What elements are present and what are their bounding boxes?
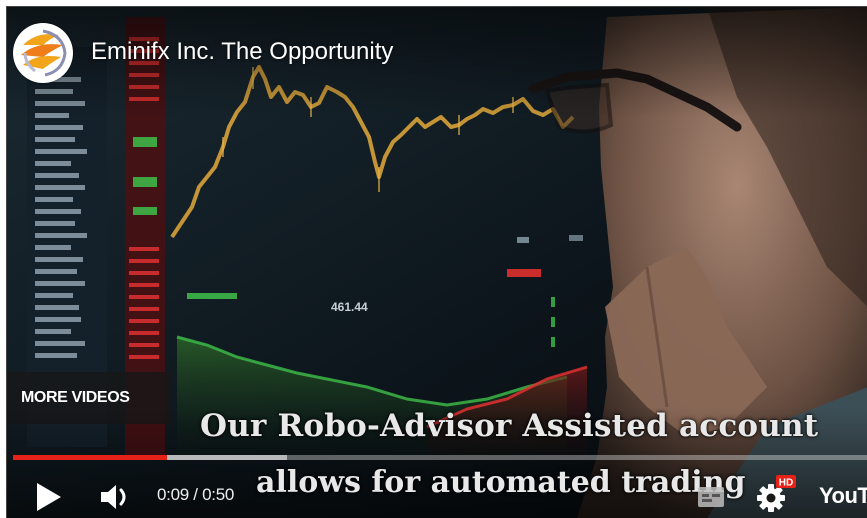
- time-display: 0:09 / 0:50: [157, 485, 235, 504]
- caption-line-2: allows for automated trading: [256, 465, 746, 500]
- play-button[interactable]: [29, 477, 69, 517]
- progress-played: [13, 455, 167, 460]
- play-icon: [37, 483, 61, 511]
- chart-overlay-value: 461.44: [331, 300, 368, 314]
- progress-bar[interactable]: [13, 455, 867, 460]
- volume-button[interactable]: [97, 477, 137, 517]
- captions-button[interactable]: [691, 479, 731, 515]
- video-player[interactable]: 461.44 Eminifx Inc. The Opportunity MORE…: [6, 6, 867, 518]
- video-title[interactable]: Eminifx Inc. The Opportunity: [91, 37, 393, 67]
- channel-logo-icon[interactable]: [13, 23, 73, 83]
- gear-icon: HD: [757, 475, 796, 512]
- youtube-logo[interactable]: YouTube: [819, 483, 867, 509]
- hd-badge-label: HD: [779, 478, 793, 489]
- settings-button[interactable]: HD: [751, 473, 797, 517]
- captions-icon: [698, 487, 724, 507]
- volume-icon: [101, 485, 126, 509]
- caption-line-1: Our Robo-Advisor Assisted account: [200, 408, 819, 444]
